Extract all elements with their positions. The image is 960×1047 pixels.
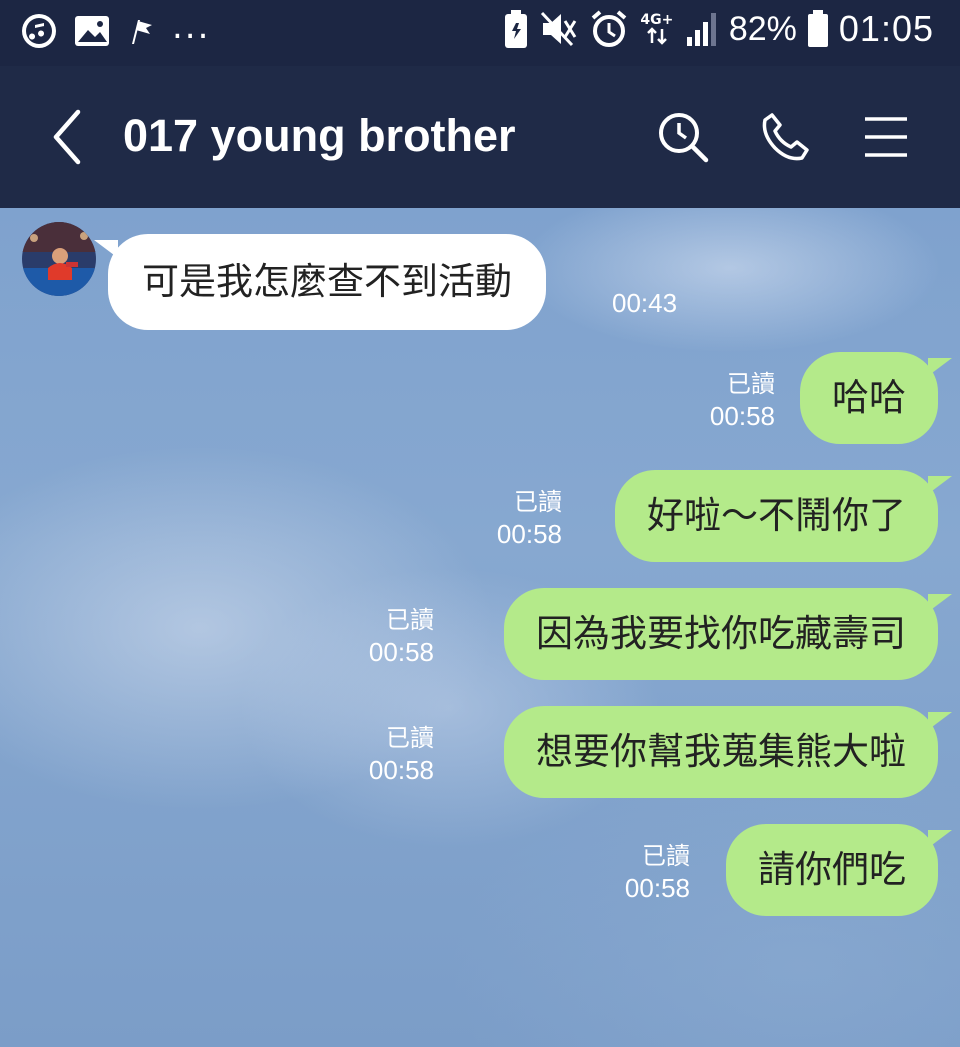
message-time: 00:58 xyxy=(368,637,434,667)
message-text: 因為我要找你吃藏壽司 xyxy=(536,612,906,655)
message-text: 請你們吃 xyxy=(758,848,906,891)
gallery-icon xyxy=(74,14,110,48)
back-button[interactable] xyxy=(44,106,94,168)
mute-icon xyxy=(539,9,579,49)
read-receipt: 已讀 xyxy=(386,607,434,634)
more-notifications: ... xyxy=(172,7,211,47)
chat-title: 017 young brother xyxy=(123,110,516,161)
battery-saver-icon xyxy=(503,9,529,49)
outgoing-message-bubble[interactable]: 請你們吃 xyxy=(726,824,952,916)
alarm-icon xyxy=(589,9,629,49)
menu-button[interactable] xyxy=(860,110,914,164)
message-text: 哈哈 xyxy=(832,376,906,419)
message-text: 想要你幫我蒐集熊大啦 xyxy=(536,730,906,773)
outgoing-message-bubble[interactable]: 想要你幫我蒐集熊大啦 xyxy=(504,706,952,798)
message-meta: 已讀 00:58 xyxy=(497,488,562,550)
battery-percentage: 82% xyxy=(728,9,797,48)
flag-icon xyxy=(126,16,156,46)
search-icon xyxy=(659,113,709,163)
read-receipt: 已讀 xyxy=(642,843,690,870)
status-bar: ... 4G+ 82% 01:05 xyxy=(0,0,960,66)
music-app-icon xyxy=(20,12,58,50)
message-text: 好啦～不鬧你了 xyxy=(647,494,906,537)
back-arrow-icon xyxy=(53,109,81,165)
network-4g-icon: 4G+ xyxy=(639,13,675,45)
signal-icon xyxy=(685,11,719,47)
outgoing-message-bubble[interactable]: 哈哈 xyxy=(800,352,952,444)
read-receipt: 已讀 xyxy=(386,725,434,752)
outgoing-message-bubble[interactable]: 因為我要找你吃藏壽司 xyxy=(504,588,952,680)
system-icons: 4G+ 82% 01:05 xyxy=(503,8,934,50)
phone-icon xyxy=(762,113,809,161)
message-meta: 已讀 00:58 xyxy=(625,842,690,904)
notification-icons: ... xyxy=(20,7,211,50)
message-time: 00:58 xyxy=(709,401,775,431)
message-time: 00:58 xyxy=(624,873,690,903)
message-time: 00:43 xyxy=(612,288,678,318)
outgoing-message-bubble[interactable]: 好啦～不鬧你了 xyxy=(615,470,952,562)
message-time: 00:58 xyxy=(496,519,562,549)
read-receipt: 已讀 xyxy=(727,371,775,398)
read-receipt: 已讀 xyxy=(514,489,562,516)
contact-avatar[interactable] xyxy=(22,222,96,296)
incoming-message-bubble[interactable]: 可是我怎麼查不到活動 xyxy=(94,234,546,330)
avatar-photo xyxy=(22,222,96,296)
battery-icon xyxy=(807,10,829,48)
call-button[interactable] xyxy=(758,110,812,164)
message-text: 可是我怎麼查不到活動 xyxy=(142,260,512,303)
chat-header: 017 young brother xyxy=(0,66,960,208)
message-meta: 已讀 00:58 xyxy=(710,370,775,432)
menu-icon xyxy=(865,117,907,157)
clock: 01:05 xyxy=(838,8,934,49)
search-button[interactable] xyxy=(656,110,710,164)
message-meta: 已讀 00:58 xyxy=(369,724,434,786)
chat-area[interactable]: 可是我怎麼查不到活動 00:43 已讀 00:58 哈哈 已讀 00:58 好啦… xyxy=(0,208,960,1047)
message-meta: 已讀 00:58 xyxy=(369,606,434,668)
message-time: 00:58 xyxy=(368,755,434,785)
